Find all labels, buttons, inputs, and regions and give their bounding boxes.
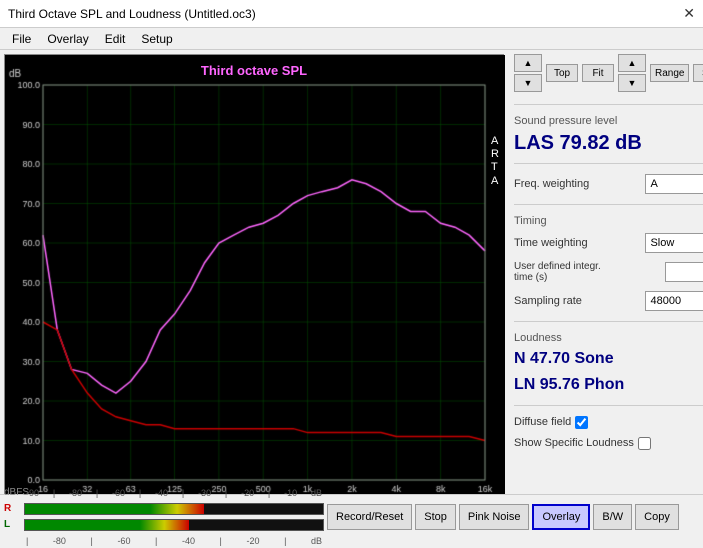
record-reset-button[interactable]: Record/Reset — [327, 504, 412, 530]
overlay-button[interactable]: Overlay — [532, 504, 590, 530]
main-area: Third octave SPL ARTA Cursor: 20.0 Hz, 4… — [0, 50, 703, 538]
range-up-btn[interactable]: ▲ — [618, 54, 646, 72]
loudness-value-line1: N 47.70 Sone — [514, 348, 703, 370]
user-integr-input[interactable]: 10 — [665, 262, 703, 282]
menu-setup[interactable]: Setup — [133, 30, 180, 48]
diffuse-field-label: Diffuse field — [514, 416, 571, 428]
range-button[interactable]: Range — [650, 64, 689, 82]
range-set-col: ▲ ▼ — [618, 54, 646, 92]
chart-title: Third octave SPL — [201, 63, 307, 78]
close-button[interactable]: ✕ — [683, 5, 695, 22]
show-specific-checkbox[interactable] — [638, 437, 651, 450]
freq-weighting-row: Freq. weighting A B C Z — [514, 174, 703, 194]
time-weighting-row: Time weighting Slow Fast Impulse User — [514, 233, 703, 253]
diffuse-field-row: Diffuse field — [514, 416, 703, 429]
copy-button[interactable]: Copy — [635, 504, 679, 530]
menu-file[interactable]: File — [4, 30, 39, 48]
user-integr-row: User defined integr. time (s) 10 — [514, 261, 703, 283]
show-specific-label: Show Specific Loudness — [514, 437, 634, 449]
menu-overlay[interactable]: Overlay — [39, 30, 96, 48]
sampling-rate-row: Sampling rate 48000 44100 96000 — [514, 291, 703, 311]
user-integr-label: User defined integr. time (s) — [514, 261, 604, 283]
sampling-rate-select[interactable]: 48000 44100 96000 — [645, 291, 703, 311]
meter-scale-bottom: |-80|-60|-40|-20|dB — [24, 536, 324, 546]
window-title: Third Octave SPL and Loudness (Untitled.… — [8, 7, 256, 21]
top-down-btn[interactable]: ▼ — [514, 74, 542, 92]
meter-scale-top: -90|-80|-60|-40|-30|-20|-10dB — [24, 488, 324, 498]
spl-value: LAS 79.82 dB — [514, 131, 703, 155]
nav-buttons: ▲ ▼ Top Fit ▲ ▼ Range Set — [514, 54, 703, 92]
top-fit-col: ▲ ▼ — [514, 54, 542, 92]
right-panel: ▲ ▼ Top Fit ▲ ▼ Range Set Sound pressure… — [508, 50, 703, 538]
meter-ticks-label: dBFS — [4, 487, 24, 498]
time-weighting-label: Time weighting — [514, 237, 588, 249]
meter-bar-r — [24, 503, 324, 515]
bw-button[interactable]: B/W — [593, 504, 632, 530]
stop-button[interactable]: Stop — [415, 504, 456, 530]
top-up-btn[interactable]: ▲ — [514, 54, 542, 72]
chart-arta-label: ARTA — [491, 135, 499, 188]
pink-noise-button[interactable]: Pink Noise — [459, 504, 530, 530]
range-down-btn[interactable]: ▼ — [618, 74, 646, 92]
meter-row-l: L — [4, 518, 324, 532]
meter-row-top: dBFS -90|-80|-60|-40|-30|-20|-10dB — [4, 486, 324, 500]
freq-weighting-select[interactable]: A B C Z — [645, 174, 703, 194]
top-button[interactable]: Top — [546, 64, 578, 82]
diffuse-field-checkbox[interactable] — [575, 416, 588, 429]
meter-scale-bottom-row: |-80|-60|-40|-20|dB — [4, 534, 324, 548]
bottom-bar: dBFS -90|-80|-60|-40|-30|-20|-10dB R L |… — [0, 494, 703, 538]
time-weighting-select[interactable]: Slow Fast Impulse User — [645, 233, 703, 253]
channel-r-label: R — [4, 503, 24, 514]
level-meter: dBFS -90|-80|-60|-40|-30|-20|-10dB R L |… — [4, 486, 324, 548]
freq-weighting-label: Freq. weighting — [514, 178, 589, 190]
sampling-rate-label: Sampling rate — [514, 295, 582, 307]
timing-section-label: Timing — [514, 215, 703, 227]
chart-area: Third octave SPL ARTA Cursor: 20.0 Hz, 4… — [4, 54, 504, 534]
menu-bar: File Overlay Edit Setup — [0, 28, 703, 50]
meter-row-r: R — [4, 502, 324, 516]
set-button[interactable]: Set — [693, 64, 703, 82]
fit-button[interactable]: Fit — [582, 64, 614, 82]
menu-edit[interactable]: Edit — [97, 30, 134, 48]
loudness-section-label: Loudness — [514, 332, 703, 344]
chart-canvas — [5, 55, 505, 535]
spl-section-label: Sound pressure level — [514, 115, 703, 127]
show-specific-row: Show Specific Loudness — [514, 437, 703, 450]
channel-l-label: L — [4, 519, 24, 530]
loudness-value-line2: LN 95.76 Phon — [514, 374, 703, 396]
title-bar: Third Octave SPL and Loudness (Untitled.… — [0, 0, 703, 28]
meter-bar-l — [24, 519, 324, 531]
